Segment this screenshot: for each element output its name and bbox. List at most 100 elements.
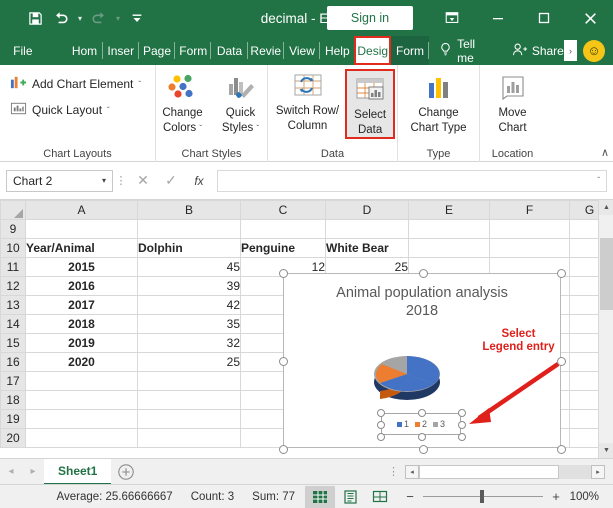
row-header-11[interactable]: 11	[0, 257, 26, 277]
quick-styles-button[interactable]: Quick Styles ˇ	[212, 71, 270, 135]
tab-format[interactable]: Form	[390, 36, 430, 65]
cell-a19[interactable]	[25, 409, 138, 429]
change-chart-type-button[interactable]: Change Chart Type	[401, 71, 477, 135]
column-header-a[interactable]: A	[25, 200, 138, 220]
chart-handle-se[interactable]	[557, 445, 566, 454]
legend-handle-n[interactable]	[418, 409, 426, 417]
customize-qat-icon[interactable]	[124, 5, 150, 31]
sheet-bar-menu-icon[interactable]: ⋮	[382, 465, 405, 478]
column-header-b[interactable]: B	[137, 200, 241, 220]
tab-formulas[interactable]: Form	[175, 36, 212, 65]
row-header-9[interactable]: 9	[0, 219, 26, 239]
vertical-scroll-thumb[interactable]	[600, 238, 613, 310]
switch-row-column-button[interactable]: Switch Row/ Column	[270, 69, 345, 133]
row-header-18[interactable]: 18	[0, 390, 26, 410]
row-header-14[interactable]: 14	[0, 314, 26, 334]
chart-handle-w[interactable]	[279, 357, 288, 366]
hscroll-thumb[interactable]	[419, 464, 559, 479]
cell-d10[interactable]: White Bear	[325, 238, 409, 258]
column-header-e[interactable]: E	[408, 200, 490, 220]
chart-handle-ne[interactable]	[557, 269, 566, 278]
legend-item-3[interactable]: 3	[433, 419, 445, 429]
legend-item-2[interactable]: 2	[414, 419, 427, 429]
tab-data[interactable]: Data	[211, 36, 248, 65]
close-icon[interactable]	[567, 0, 613, 36]
share-button[interactable]: Share	[512, 36, 564, 65]
row-header-10[interactable]: 10	[0, 238, 26, 258]
name-box[interactable]: Chart 2 ▾	[6, 169, 113, 192]
row-header-16[interactable]: 16	[0, 352, 26, 372]
cell-b9[interactable]	[137, 219, 241, 239]
change-colors-button[interactable]: Change Colors ˇ	[154, 71, 212, 135]
formula-input[interactable]: ˇ	[217, 169, 607, 192]
row-header-13[interactable]: 13	[0, 295, 26, 315]
ribbon-display-options-icon[interactable]	[429, 0, 475, 36]
vertical-scrollbar[interactable]: ▲ ▼	[598, 200, 613, 458]
status-sum[interactable]: Sum: 77	[252, 491, 295, 503]
cell-a18[interactable]	[25, 390, 138, 410]
status-count[interactable]: Count: 3	[191, 491, 234, 503]
cell-e10[interactable]	[408, 238, 490, 258]
cell-a10[interactable]: Year/Animal	[25, 238, 138, 258]
pie-chart[interactable]	[368, 346, 446, 408]
quick-styles-caret-icon[interactable]: ˇ	[256, 124, 259, 133]
legend-handle-s[interactable]	[418, 433, 426, 441]
name-box-dropdown-icon[interactable]: ▾	[102, 176, 106, 185]
expand-formula-bar-icon[interactable]: ˇ	[597, 176, 600, 185]
zoom-out-icon[interactable]: −	[403, 489, 417, 504]
cell-f10[interactable]	[489, 238, 570, 258]
hscroll-right-icon[interactable]: ▸	[591, 464, 605, 479]
legend-handle-w[interactable]	[377, 421, 385, 429]
tab-file[interactable]: File	[0, 36, 46, 65]
tab-view[interactable]: View	[284, 36, 321, 65]
tab-insert[interactable]: Inser	[103, 36, 139, 65]
legend-handle-nw[interactable]	[377, 409, 385, 417]
legend-handle-e[interactable]	[458, 421, 466, 429]
chart-handle-sw[interactable]	[279, 445, 288, 454]
cell-b14[interactable]: 35	[137, 314, 241, 334]
cell-a9[interactable]	[25, 219, 138, 239]
cell-a14[interactable]: 2018	[25, 314, 138, 334]
enter-icon[interactable]: ✓	[157, 170, 185, 192]
cancel-icon[interactable]: ✕	[129, 170, 157, 192]
undo-icon[interactable]	[48, 5, 74, 31]
cell-b13[interactable]: 42	[137, 295, 241, 315]
tab-home[interactable]: Hom	[66, 36, 103, 65]
zoom-level-label[interactable]: 100%	[569, 491, 605, 503]
maximize-icon[interactable]	[521, 0, 567, 36]
cell-a11[interactable]: 2015	[25, 257, 138, 277]
row-header-19[interactable]: 19	[0, 409, 26, 429]
row-header-15[interactable]: 15	[0, 333, 26, 353]
cell-e9[interactable]	[408, 219, 490, 239]
more-tabs-icon[interactable]: ›	[563, 40, 578, 61]
chart-legend[interactable]: 1 2 3	[377, 409, 466, 441]
chart-handle-n[interactable]	[419, 269, 428, 278]
select-all-corner[interactable]	[0, 200, 26, 220]
zoom-slider[interactable]	[423, 490, 543, 503]
tab-help[interactable]: Help	[320, 36, 354, 65]
cell-b15[interactable]: 32	[137, 333, 241, 353]
legend-handle-se[interactable]	[458, 433, 466, 441]
cell-a15[interactable]: 2019	[25, 333, 138, 353]
cell-b17[interactable]	[137, 371, 241, 391]
zoom-slider-thumb[interactable]	[480, 490, 484, 503]
cell-c9[interactable]	[240, 219, 326, 239]
cell-a12[interactable]: 2016	[25, 276, 138, 296]
redo-icon[interactable]	[86, 5, 112, 31]
cell-b10[interactable]: Dolphin	[137, 238, 241, 258]
add-chart-element-button[interactable]: Add Chart Element ˇ	[6, 71, 145, 97]
tab-review[interactable]: Revie	[248, 36, 284, 65]
legend-handle-sw[interactable]	[377, 433, 385, 441]
change-colors-caret-icon[interactable]: ˇ	[199, 124, 202, 133]
cell-a17[interactable]	[25, 371, 138, 391]
horizontal-scrollbar[interactable]: ◂ ▸	[405, 464, 605, 480]
cell-a20[interactable]	[25, 428, 138, 448]
chart-handle-nw[interactable]	[279, 269, 288, 278]
prev-sheet-icon[interactable]: ◂	[0, 459, 22, 485]
cell-f9[interactable]	[489, 219, 570, 239]
column-header-c[interactable]: C	[240, 200, 326, 220]
add-sheet-icon[interactable]	[111, 459, 141, 485]
normal-view-icon[interactable]	[305, 485, 335, 508]
scroll-down-icon[interactable]: ▼	[599, 443, 613, 458]
cell-b16[interactable]: 25	[137, 352, 241, 372]
